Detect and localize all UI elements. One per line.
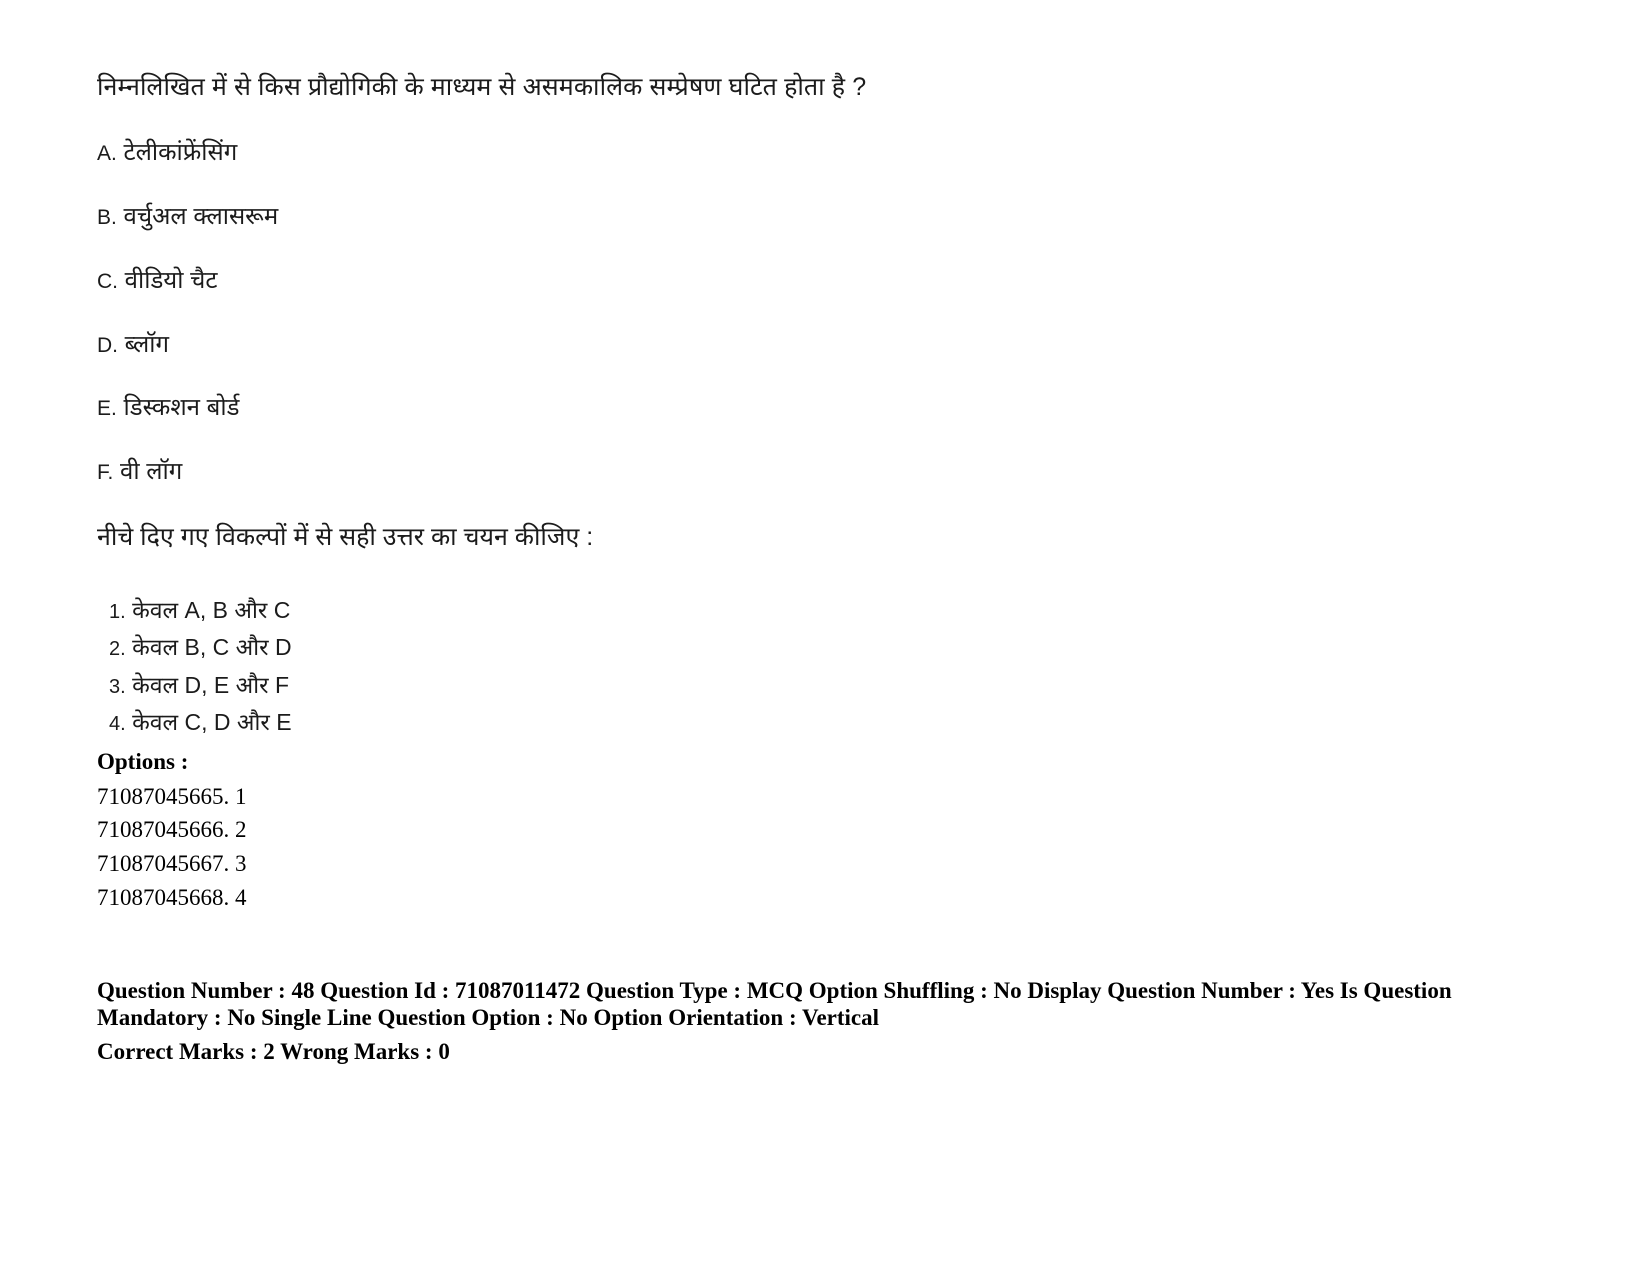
- option-id-3: 71087045667. 3: [97, 851, 247, 877]
- answer-choice-list: 1. केवल A, B और C 2. केवल B, C और D 3. क…: [97, 592, 1517, 741]
- statement-f-label: F.: [97, 461, 114, 485]
- question-stem: निम्नलिखित में से किस प्रौद्योगिकी के मा…: [97, 73, 867, 101]
- statement-b-text: वर्चुअल क्लासरूम: [123, 203, 279, 231]
- statement-c-label: C.: [97, 269, 118, 293]
- statement-b-label: B.: [97, 206, 117, 230]
- statement-e-text: डिस्कशन बोर्ड: [123, 394, 240, 422]
- answer-choice-4-number: 4.: [109, 712, 126, 735]
- statement-c-text: वीडियो चैट: [124, 266, 218, 294]
- answer-choice-2[interactable]: 2. केवल B, C और D: [109, 629, 1517, 666]
- answer-choice-4[interactable]: 4. केवल C, D और E: [109, 704, 1517, 741]
- option-id-2: 71087045666. 2: [97, 817, 247, 843]
- statement-f-text: वी लॉग: [120, 458, 183, 486]
- answer-choice-4-text: केवल C, D और E: [132, 708, 292, 735]
- answer-choice-1[interactable]: 1. केवल A, B और C: [109, 592, 1517, 629]
- answer-choice-3[interactable]: 3. केवल D, E और F: [109, 667, 1517, 704]
- answer-choice-3-text: केवल D, E और F: [132, 671, 290, 698]
- option-id-4: 71087045668. 4: [97, 884, 247, 910]
- statement-e: E. डिस्कशन बोर्ड: [97, 394, 1517, 423]
- statement-e-label: E.: [97, 397, 117, 421]
- question-content: निम्नलिखित में से किस प्रौद्योगिकी के मा…: [97, 72, 1517, 1066]
- question-page: निम्नलिखित में से किस प्रौद्योगिकी के मा…: [0, 0, 1650, 1275]
- statement-c: C. वीडियो चैट: [97, 267, 1517, 296]
- answer-choice-1-number: 1.: [109, 601, 126, 624]
- question-metadata: Question Number : 48 Question Id : 71087…: [97, 977, 1487, 1066]
- answer-choice-2-number: 2.: [109, 638, 126, 661]
- statement-d: D. ब्लॉग: [97, 331, 1517, 360]
- answer-instruction: नीचे दिए गए विकल्पों में से सही उत्तर का…: [97, 523, 594, 552]
- answer-choice-2-text: केवल B, C और D: [132, 634, 292, 661]
- statement-a-label: A.: [97, 142, 117, 166]
- metadata-line-2: Correct Marks : 2 Wrong Marks : 0: [97, 1038, 450, 1064]
- metadata-line-1: Question Number : 48 Question Id : 71087…: [97, 977, 1452, 1031]
- statement-d-label: D.: [97, 333, 118, 357]
- answer-choice-3-number: 3.: [109, 675, 126, 698]
- statement-a: A. टेलीकांफ्रेंसिंग: [97, 139, 1517, 168]
- statement-f: F. वी लॉग: [97, 458, 1517, 487]
- option-id-1: 71087045665. 1: [97, 783, 247, 809]
- statement-b: B. वर्चुअल क्लासरूम: [97, 203, 1517, 232]
- answer-choice-1-text: केवल A, B और C: [132, 597, 291, 624]
- statement-d-text: ब्लॉग: [124, 330, 169, 358]
- options-heading: Options :: [97, 749, 189, 775]
- statement-a-text: टेलीकांफ्रेंसिंग: [123, 139, 238, 167]
